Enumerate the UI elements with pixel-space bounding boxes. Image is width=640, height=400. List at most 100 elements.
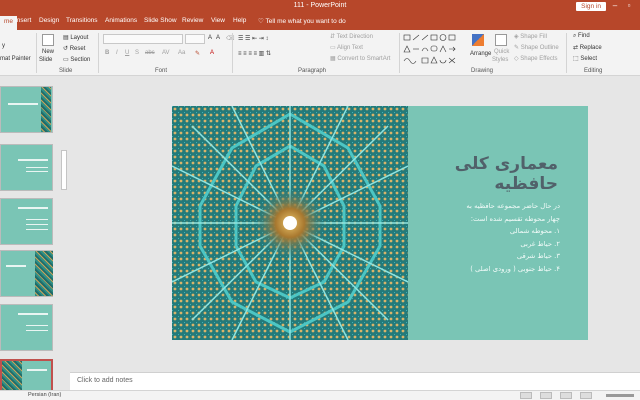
thumbnail-line <box>26 171 48 172</box>
body-line: ۱. محوطه شمالی <box>509 227 560 235</box>
font-color-icon[interactable]: A <box>210 50 214 56</box>
normal-view-icon[interactable] <box>520 392 532 399</box>
body-line: ۴. حیاط جنوبی ( ورودی اصلی ) <box>470 264 560 273</box>
format-painter-button[interactable]: mat Painter <box>0 56 31 62</box>
italic-icon[interactable]: I <box>116 50 118 56</box>
align-text-icon: ▭ <box>330 45 338 51</box>
notes-placeholder: Click to add notes <box>77 377 133 384</box>
slide-thumbnail-selected[interactable] <box>0 359 53 390</box>
arrange-button[interactable]: Arrange <box>470 51 491 57</box>
quick-styles-button[interactable]: Quick <box>494 49 509 55</box>
quick-styles-button-label[interactable]: Styles <box>492 57 508 63</box>
layout-button[interactable]: ▤ Layout <box>63 34 88 41</box>
cut-button[interactable]: y <box>2 43 5 49</box>
slide-canvas[interactable]: معماری کلی حافظیه در حال حاضر مجموعه حاف… <box>172 106 588 340</box>
body-line: ۲. حیاط غربی <box>520 239 560 248</box>
title-bar: 111 - PowerPoint Sign in – ▫ <box>0 0 640 14</box>
minimize-icon[interactable]: – <box>610 1 620 11</box>
highlight-icon[interactable]: ✎ <box>195 50 200 57</box>
group-separator <box>98 33 99 73</box>
slide-sorter-icon[interactable] <box>540 392 552 399</box>
new-slide-button[interactable]: New <box>42 49 54 55</box>
tell-me-search[interactable]: ♡ Tell me what you want to do <box>258 17 346 25</box>
language-indicator[interactable]: Persian (Iran) <box>28 392 61 398</box>
pen-icon: ✎ <box>514 45 521 51</box>
slide-thumbnail[interactable] <box>0 144 53 191</box>
thumbnail-line <box>26 219 48 220</box>
paragraph-group-label: Paragraph <box>298 68 327 74</box>
select-button[interactable]: ⬚ Select <box>573 55 597 62</box>
align-icons[interactable]: ≡ ≡ ≡ ≡ ▥ ⇅ <box>238 50 271 57</box>
underline-icon[interactable]: U <box>125 50 129 56</box>
shadow-icon[interactable]: S <box>135 50 139 56</box>
editing-group-label: Editing <box>584 68 603 74</box>
slide-editor: معماری کلی حافظیه در حال حاضر مجموعه حاف… <box>70 76 640 372</box>
tab-review[interactable]: Review <box>182 17 203 24</box>
find-button[interactable]: ⌕ Find <box>573 33 590 40</box>
restore-icon[interactable]: ▫ <box>624 1 634 11</box>
slide-body-text[interactable]: در حال حاضر مجموعه حافظیه به چهار محوطه … <box>448 200 560 275</box>
body-line: چهار محوطه تقسیم شده است: <box>470 214 560 223</box>
increase-font-icon[interactable]: A <box>208 35 212 41</box>
strikethrough-icon[interactable]: abc <box>145 50 155 56</box>
tell-me-text: Tell me what you want to do <box>265 18 346 25</box>
sign-in-button[interactable]: Sign in <box>576 2 606 11</box>
replace-button[interactable]: ⇄ Replace <box>573 44 602 51</box>
decrease-font-icon[interactable]: A <box>216 35 220 41</box>
font-size-input[interactable] <box>185 34 205 44</box>
align-text-button[interactable]: ▭ Align Text <box>330 44 363 51</box>
group-separator <box>399 33 400 73</box>
shape-outline-button[interactable]: ✎ Shape Outline <box>514 44 559 51</box>
clear-format-icon[interactable]: ⌫ <box>226 35 234 42</box>
slide-thumbnail[interactable] <box>0 250 53 297</box>
group-separator <box>232 33 233 73</box>
quick-styles-icon[interactable] <box>495 34 507 46</box>
reset-button[interactable]: ↺ Reset <box>63 45 85 52</box>
ribbon: y mat Painter New Slide ▤ Layout ↺ Reset… <box>0 30 640 76</box>
slide-thumbnail[interactable] <box>0 304 53 351</box>
convert-smartart-button[interactable]: ▦ Convert to SmartArt <box>330 55 390 62</box>
thumbnail-title <box>18 159 48 161</box>
section-button[interactable]: ▭ Section <box>63 56 90 63</box>
new-slide-button-label[interactable]: Slide <box>39 57 52 63</box>
tab-transitions[interactable]: Transitions <box>66 17 98 24</box>
thumbnail-title <box>8 103 38 105</box>
tab-design[interactable]: Design <box>39 17 59 24</box>
arrange-icon[interactable] <box>472 34 484 46</box>
body-line: ۳. حیاط شرقی <box>516 252 560 260</box>
bullets-icon[interactable]: ☰ ☰ ⇤ ⇥ ↕ <box>238 35 268 42</box>
bold-icon[interactable]: B <box>105 50 109 56</box>
reset-icon: ↺ <box>63 46 70 52</box>
thumbnails-scrollbar[interactable] <box>60 78 68 378</box>
tab-slide-show[interactable]: Slide Show <box>144 17 177 24</box>
spacing-icon[interactable]: AV <box>162 50 170 56</box>
lightbulb-icon: ♡ <box>258 18 266 25</box>
slide-thumbnail[interactable] <box>0 86 53 133</box>
slideshow-view-icon[interactable] <box>580 392 592 399</box>
thumbnail-title <box>18 207 48 209</box>
notes-pane[interactable]: Click to add notes <box>70 372 640 390</box>
font-name-input[interactable] <box>103 34 183 44</box>
slide-thumbnails-pane <box>0 76 58 390</box>
tab-insert[interactable]: Insert <box>15 17 31 24</box>
mosaic-svg <box>172 106 408 340</box>
reading-view-icon[interactable] <box>560 392 572 399</box>
shape-fill-button[interactable]: ◈ Shape Fill <box>514 33 547 40</box>
tab-view[interactable]: View <box>211 17 225 24</box>
tab-help[interactable]: Help <box>233 17 246 24</box>
drawing-group-label: Drawing <box>471 68 494 74</box>
tab-animations[interactable]: Animations <box>105 17 137 24</box>
thumbnail-image <box>2 361 22 390</box>
shapes-gallery[interactable] <box>403 33 465 67</box>
change-case-icon[interactable]: Aa <box>178 50 185 56</box>
slide-thumbnail[interactable] <box>0 198 53 245</box>
tile-mosaic-image[interactable] <box>172 106 408 340</box>
shape-effects-button[interactable]: ◇ Shape Effects <box>514 55 558 62</box>
thumbnail-title <box>18 313 48 315</box>
scrollbar-thumb[interactable] <box>61 150 67 190</box>
status-bar: Persian (Iran) <box>0 390 640 400</box>
text-direction-button[interactable]: ⇵ Text Direction <box>330 33 373 40</box>
new-slide-icon[interactable] <box>42 34 54 46</box>
slide-title[interactable]: معماری کلی حافظیه <box>434 154 558 194</box>
zoom-slider[interactable] <box>606 394 634 397</box>
